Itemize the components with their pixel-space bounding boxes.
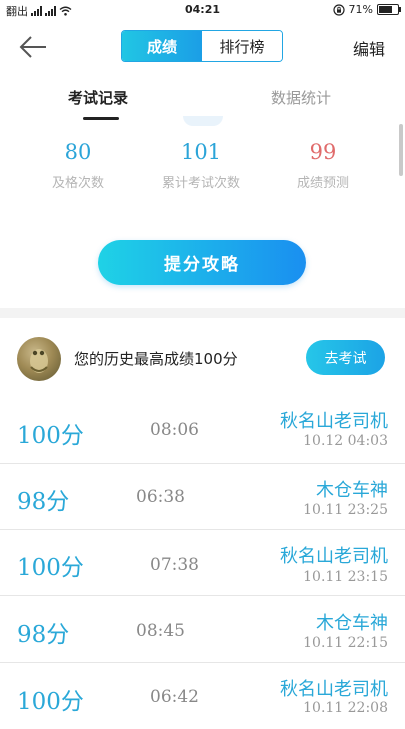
status-bar: 翻出 04:21 71% [0, 0, 405, 20]
tab-scores[interactable]: 成绩 [122, 31, 202, 61]
record-duration: 06:38 [136, 487, 185, 507]
edit-button[interactable]: 编辑 [353, 36, 385, 60]
list-item[interactable]: 98分 08:45 木仓车神 10.11 22:15 [0, 597, 405, 663]
status-right: 71% [332, 3, 401, 16]
stat-total-exams-label: 累计考试次数 [161, 176, 240, 191]
divider [0, 595, 405, 596]
scrollbar[interactable] [399, 124, 403, 176]
back-button[interactable] [18, 34, 50, 60]
record-title: 秋名山老司机 [280, 411, 388, 432]
record-date: 10.11 22:15 [303, 635, 388, 651]
sub-tabs: 考试记录 数据统计 [0, 75, 405, 120]
nav-bar: 成绩 排行榜 编辑 [0, 20, 405, 75]
record-score: 100分 [17, 689, 84, 715]
list-item[interactable]: 100分 07:38 秋名山老司机 10.11 23:15 [0, 530, 405, 596]
tab-leaderboard[interactable]: 排行榜 [202, 31, 282, 61]
list-item[interactable]: 100分 06:42 秋名山老司机 10.11 22:08 [0, 663, 405, 729]
list-item[interactable]: 98分 06:38 木仓车神 10.11 23:25 [0, 464, 405, 530]
record-score: 98分 [17, 489, 70, 515]
record-duration: 08:06 [150, 420, 199, 440]
record-date: 10.11 23:25 [303, 502, 388, 518]
stat-predicted-score-label: 成绩预测 [296, 176, 349, 191]
tab-data-statistics[interactable]: 数据统计 [271, 87, 331, 108]
battery-level [379, 6, 392, 13]
record-date: 10.11 22:08 [303, 700, 388, 716]
record-score: 98分 [17, 622, 70, 648]
record-date: 10.11 23:15 [303, 569, 388, 585]
record-score: 100分 [17, 555, 84, 581]
best-score-row: 您的历史最高成绩100分 去考试 [0, 318, 405, 398]
segment-control: 成绩 排行榜 [121, 30, 283, 62]
record-title: 木仓车神 [316, 480, 388, 501]
best-score-text: 您的历史最高成绩100分 [74, 350, 238, 368]
stat-passed-label: 及格次数 [51, 176, 104, 191]
record-date: 10.12 04:03 [303, 433, 388, 449]
stat-total-exams: 101 累计考试次数 [141, 140, 261, 191]
record-title: 木仓车神 [316, 613, 388, 634]
record-duration: 06:42 [150, 687, 199, 707]
record-title: 秋名山老司机 [280, 546, 388, 567]
lock-rotation-icon [332, 3, 345, 16]
avatar-image-icon [30, 349, 48, 373]
battery-percent: 71% [348, 3, 373, 16]
record-duration: 08:45 [136, 621, 185, 641]
go-exam-button[interactable]: 去考试 [306, 340, 385, 375]
list-item[interactable]: 100分 08:06 秋名山老司机 10.12 04:03 [0, 398, 405, 464]
stat-total-exams-value: 101 [180, 140, 222, 164]
stat-predicted-score-value: 99 [309, 140, 337, 164]
arrow-left-icon [19, 36, 46, 58]
section-divider [0, 308, 405, 318]
record-score: 100分 [17, 423, 84, 449]
record-duration: 07:38 [150, 555, 199, 575]
avatar[interactable] [17, 337, 61, 381]
score-tips-button[interactable]: 提分攻略 [98, 240, 306, 285]
stat-passed-value: 80 [64, 140, 92, 164]
record-title: 秋名山老司机 [280, 679, 388, 700]
pull-indicator [183, 116, 223, 126]
stat-predicted-score: 99 成绩预测 [263, 140, 383, 191]
tab-exam-records[interactable]: 考试记录 [68, 87, 128, 108]
stat-passed: 80 及格次数 [18, 140, 138, 191]
battery-icon [377, 4, 401, 15]
